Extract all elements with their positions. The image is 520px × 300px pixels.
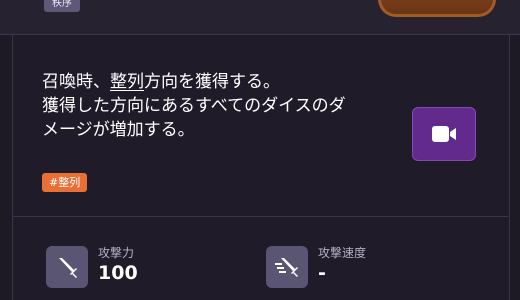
description-text: 召喚時、 (42, 72, 110, 92)
description-text: 方向を獲得する。 (144, 72, 280, 92)
video-camera-icon (432, 126, 456, 142)
sword-icon (46, 246, 88, 288)
description-line-1: 召喚時、整列方向を獲得する。 (42, 70, 412, 94)
dice-description: 召喚時、整列方向を獲得する。 獲得した方向にあるすべてのダイスのダ メージが増加… (42, 70, 412, 142)
top-band: 秩序 (0, 0, 520, 35)
class-chip: 秩序 (44, 0, 80, 12)
sword-speed-icon (266, 246, 308, 288)
dice-image-corner (378, 0, 496, 17)
attack-speed-value: - (318, 262, 326, 284)
attack-label: 攻撃力 (98, 246, 135, 260)
attack-speed-label: 攻撃速度 (318, 246, 367, 260)
description-line-2: 獲得した方向にあるすべてのダイスのダ (42, 96, 346, 116)
attack-value: 100 (98, 262, 138, 284)
keyword-tag[interactable]: #整列 (42, 173, 88, 192)
divider (12, 216, 508, 217)
keyword-link[interactable]: 整列 (110, 72, 144, 92)
description-line-3: メージが増加する。 (42, 120, 195, 140)
video-button[interactable] (412, 107, 476, 161)
